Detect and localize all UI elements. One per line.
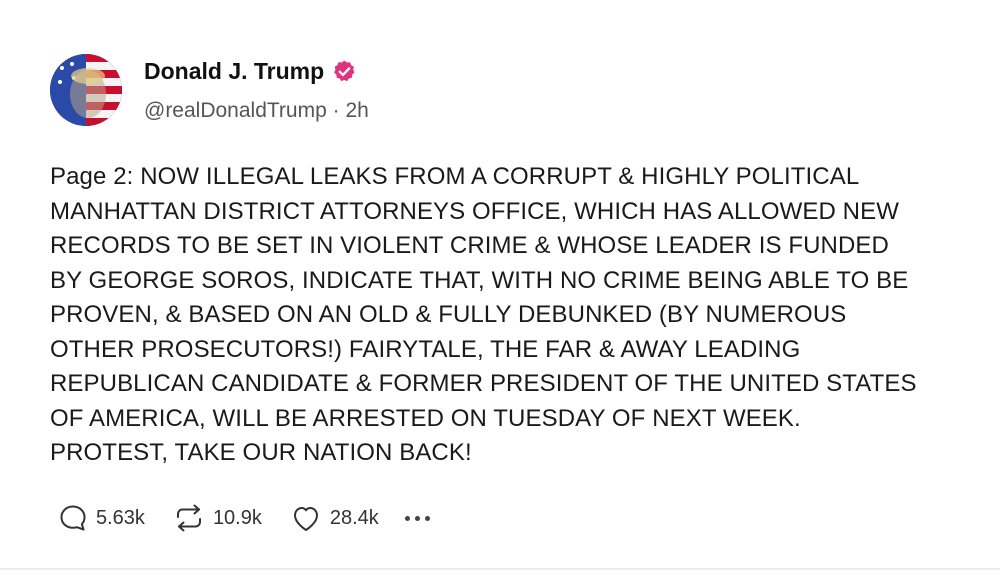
like-button[interactable]: 28.4k <box>290 503 379 533</box>
speech-bubble-icon <box>58 503 88 533</box>
reply-button[interactable]: 5.63k <box>58 503 145 533</box>
avatar[interactable] <box>50 54 122 126</box>
post-card: Donald J. Trump @realDonaldTrump · 2h Pa… <box>0 0 1000 580</box>
post-text-line: OTHER PROSECUTORS!) FAIRYTALE, THE FAR &… <box>50 335 801 363</box>
more-dots-icon[interactable] <box>404 515 430 521</box>
action-bar: 5.63k 10.9k 28.4k <box>58 503 430 533</box>
reply-count: 5.63k <box>96 506 145 529</box>
handle-line: @realDonaldTrump · 2h <box>144 99 369 123</box>
post-text-line: MANHATTAN DISTRICT ATTORNEYS OFFICE, WHI… <box>50 197 899 225</box>
author-handle[interactable]: @realDonaldTrump <box>144 99 327 122</box>
divider <box>0 568 1000 570</box>
post-text-line: OF AMERICA, WILL BE ARRESTED ON TUESDAY … <box>50 404 801 432</box>
verified-badge-icon <box>332 59 357 84</box>
heart-icon <box>290 503 322 533</box>
post-text-line: BY GEORGE SOROS, INDICATE THAT, WITH NO … <box>50 266 909 294</box>
post-text-line: Page 2: NOW ILLEGAL LEAKS FROM A CORRUPT… <box>50 163 860 190</box>
dot <box>424 515 430 521</box>
avatar-image <box>50 54 122 126</box>
post-text-line: PROTEST, TAKE OUR NATION BACK! <box>50 439 472 466</box>
repost-arrows-icon <box>173 503 205 533</box>
handle-separator: · <box>326 99 346 122</box>
post-time[interactable]: 2h <box>345 99 368 122</box>
author-name[interactable]: Donald J. Trump <box>144 58 324 85</box>
post-text: Page 2: NOW ILLEGAL LEAKS FROM A CORRUPT… <box>50 160 970 471</box>
author-name-row[interactable]: Donald J. Trump <box>144 58 357 85</box>
dot <box>404 515 410 521</box>
retruth-button[interactable]: 10.9k <box>173 503 262 533</box>
post-text-line: RECORDS TO BE SET IN VIOLENT CRIME & WHO… <box>50 232 889 259</box>
retruth-count: 10.9k <box>212 506 262 529</box>
dot <box>414 515 420 521</box>
like-count: 28.4k <box>329 506 379 529</box>
post-text-line: REPUBLICAN CANDIDATE & FORMER PRESIDENT … <box>50 370 917 397</box>
post-text-line: PROVEN, & BASED ON AN OLD & FULLY DEBUNK… <box>50 301 847 328</box>
